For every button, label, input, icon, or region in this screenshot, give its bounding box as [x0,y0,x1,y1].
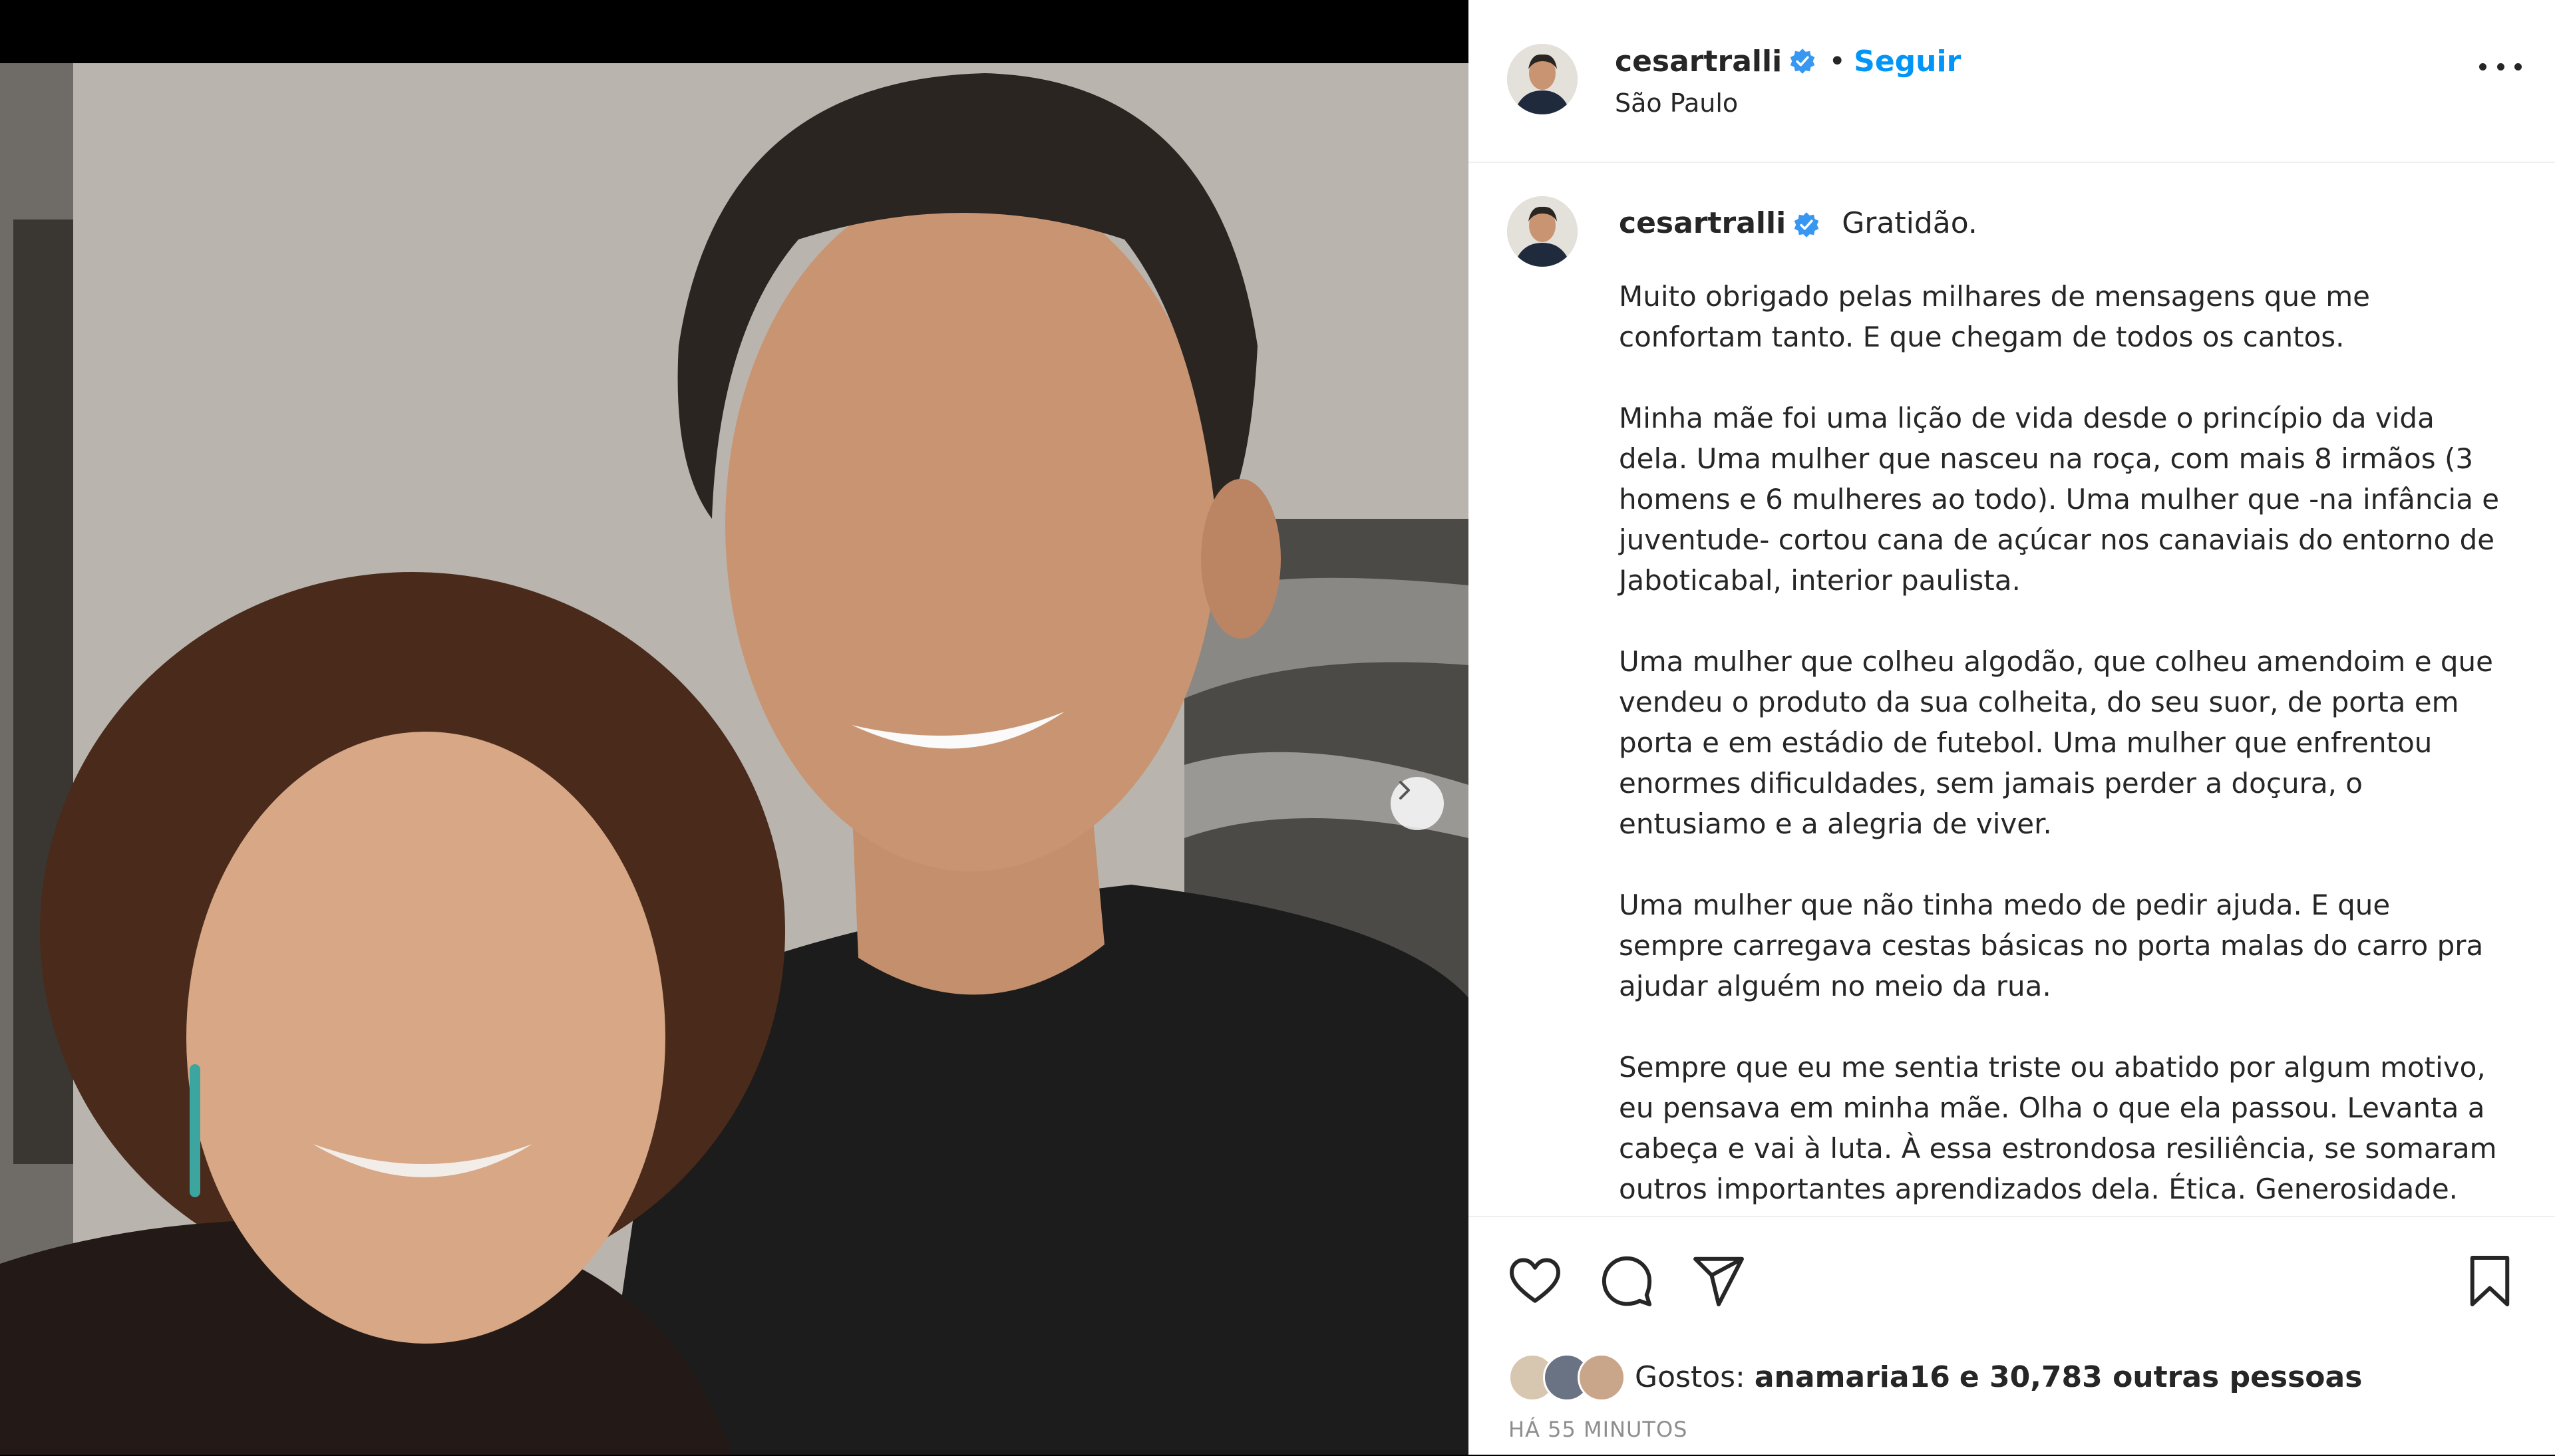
more-options-icon[interactable] [2479,53,2522,80]
caption-avatar[interactable] [1507,196,1578,267]
heart-icon[interactable] [1507,1253,1563,1309]
next-photo-button[interactable] [1391,777,1444,830]
first-liker-link[interactable]: anamaria16 [1755,1360,1950,1394]
caption-paragraph: Sempre que eu me sentia triste ou abatid… [1619,1051,2497,1205]
instagram-post-window: cesartralli • Seguir São Paulo cesartral… [0,0,2555,1455]
post-location[interactable]: São Paulo [1615,88,1738,118]
post-actions: Gostos: anamaria16 e 30,783 outras pesso… [1468,1216,2555,1456]
avatar-image [1507,44,1578,114]
follow-button[interactable]: Seguir [1854,45,1961,78]
avatar[interactable] [1507,44,1578,114]
caption-username[interactable]: cesartralli [1619,206,1786,240]
caption-paragraph: Uma mulher que não tinha medo de pedir a… [1619,889,2484,1002]
caption-paragraph: Muito obrigado pelas milhares de mensage… [1619,280,2371,353]
caption-text: Muito obrigado pelas milhares de mensage… [1619,276,2504,1216]
post-timestamp[interactable]: HÁ 55 MINUTOS [1508,1417,1687,1442]
avatar-image [1507,196,1578,267]
caption-paragraph: Minha mãe foi uma lição de vida desde o … [1619,402,2500,597]
verified-badge-icon [1794,212,1819,237]
likes-summary: Gostos: anamaria16 e 30,783 outras pesso… [1508,1350,2362,1403]
bookmark-icon[interactable] [2462,1253,2518,1309]
share-icon[interactable] [1691,1253,1747,1309]
likes-prefix: Gostos: [1635,1360,1745,1394]
caption-header: cesartralli Gratidão. [1619,204,1977,243]
other-likers-link[interactable]: e 30,783 outras pessoas [1959,1360,2363,1394]
caption-title: Gratidão. [1842,206,1977,240]
photo-illustration [0,0,1468,1455]
comment-icon[interactable] [1599,1253,1655,1309]
post-side-panel: cesartralli • Seguir São Paulo cesartral… [1468,0,2555,1455]
caption-area: cesartralli Gratidão. Muito obrigado pel… [1468,162,2555,1216]
liker-avatar [1578,1354,1625,1401]
caption-paragraph: Uma mulher que colheu algodão, que colhe… [1619,645,2493,840]
liker-avatars[interactable] [1508,1354,1625,1401]
post-header: cesartralli • Seguir São Paulo [1468,0,2555,163]
header-separator: • [1828,44,1846,78]
chevron-right-icon [1399,781,1410,800]
post-photo[interactable] [0,0,1468,1455]
post-username[interactable]: cesartralli [1615,45,1782,78]
verified-badge-icon [1790,49,1815,74]
